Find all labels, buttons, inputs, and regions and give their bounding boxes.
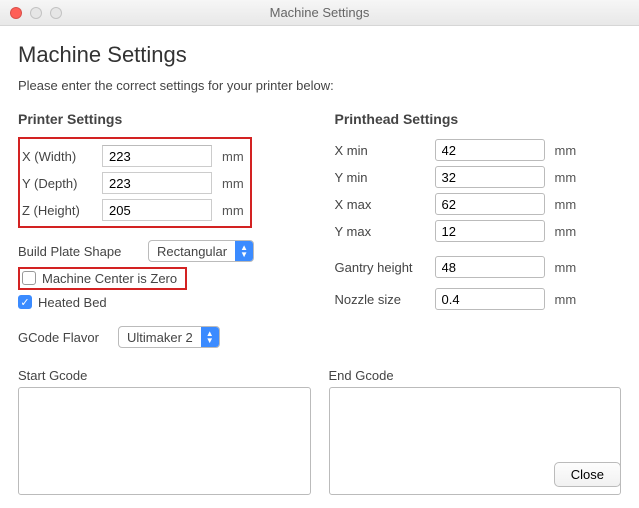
end-gcode-label: End Gcode [329, 368, 622, 383]
printer-settings-title: Printer Settings [18, 111, 305, 127]
printhead-settings-column: Printhead Settings X min mm Y min mm X m… [335, 111, 622, 352]
y-depth-field[interactable] [102, 172, 212, 194]
printhead-settings-title: Printhead Settings [335, 111, 622, 127]
gcode-flavor-label: GCode Flavor [18, 330, 118, 345]
ymin-field[interactable] [435, 166, 545, 188]
ymin-unit: mm [555, 170, 577, 185]
center-zero-label: Machine Center is Zero [42, 271, 177, 286]
heated-bed-checkbox[interactable]: ✓ [18, 295, 32, 309]
chevron-updown-icon: ▲▼ [201, 327, 219, 347]
heated-bed-label: Heated Bed [38, 295, 107, 310]
x-width-label: X (Width) [22, 149, 102, 164]
nozzle-size-unit: mm [555, 292, 577, 307]
x-width-field[interactable] [102, 145, 212, 167]
close-button[interactable]: Close [554, 462, 621, 487]
gcode-flavor-select[interactable]: Ultimaker 2 ▲▼ [118, 326, 220, 348]
page-title: Machine Settings [18, 42, 621, 68]
center-zero-highlight: Machine Center is Zero [18, 267, 187, 290]
y-depth-unit: mm [222, 176, 244, 191]
z-height-label: Z (Height) [22, 203, 102, 218]
ymax-label: Y max [335, 224, 435, 239]
xmax-label: X max [335, 197, 435, 212]
ymax-field[interactable] [435, 220, 545, 242]
build-plate-shape-label: Build Plate Shape [18, 244, 148, 259]
xmin-field[interactable] [435, 139, 545, 161]
gantry-height-field[interactable] [435, 256, 545, 278]
xmax-unit: mm [555, 197, 577, 212]
ymin-label: Y min [335, 170, 435, 185]
build-plate-shape-select[interactable]: Rectangular ▲▼ [148, 240, 254, 262]
gantry-height-unit: mm [555, 260, 577, 275]
start-gcode-label: Start Gcode [18, 368, 311, 383]
xmin-unit: mm [555, 143, 577, 158]
window-title: Machine Settings [0, 5, 639, 20]
x-width-unit: mm [222, 149, 244, 164]
y-depth-label: Y (Depth) [22, 176, 102, 191]
nozzle-size-label: Nozzle size [335, 292, 435, 307]
gantry-height-label: Gantry height [335, 260, 435, 275]
printer-settings-column: Printer Settings X (Width) mm Y (Depth) … [18, 111, 305, 352]
chevron-updown-icon: ▲▼ [235, 241, 253, 261]
z-height-unit: mm [222, 203, 244, 218]
center-zero-checkbox[interactable] [22, 271, 36, 285]
xmax-field[interactable] [435, 193, 545, 215]
start-gcode-textarea[interactable] [18, 387, 311, 495]
intro-text: Please enter the correct settings for yo… [18, 78, 621, 93]
titlebar: Machine Settings [0, 0, 639, 26]
z-height-field[interactable] [102, 199, 212, 221]
dimensions-highlight: X (Width) mm Y (Depth) mm Z (Height) mm [18, 137, 252, 228]
nozzle-size-field[interactable] [435, 288, 545, 310]
build-plate-shape-value: Rectangular [149, 241, 235, 261]
ymax-unit: mm [555, 224, 577, 239]
gcode-flavor-value: Ultimaker 2 [119, 327, 201, 347]
xmin-label: X min [335, 143, 435, 158]
